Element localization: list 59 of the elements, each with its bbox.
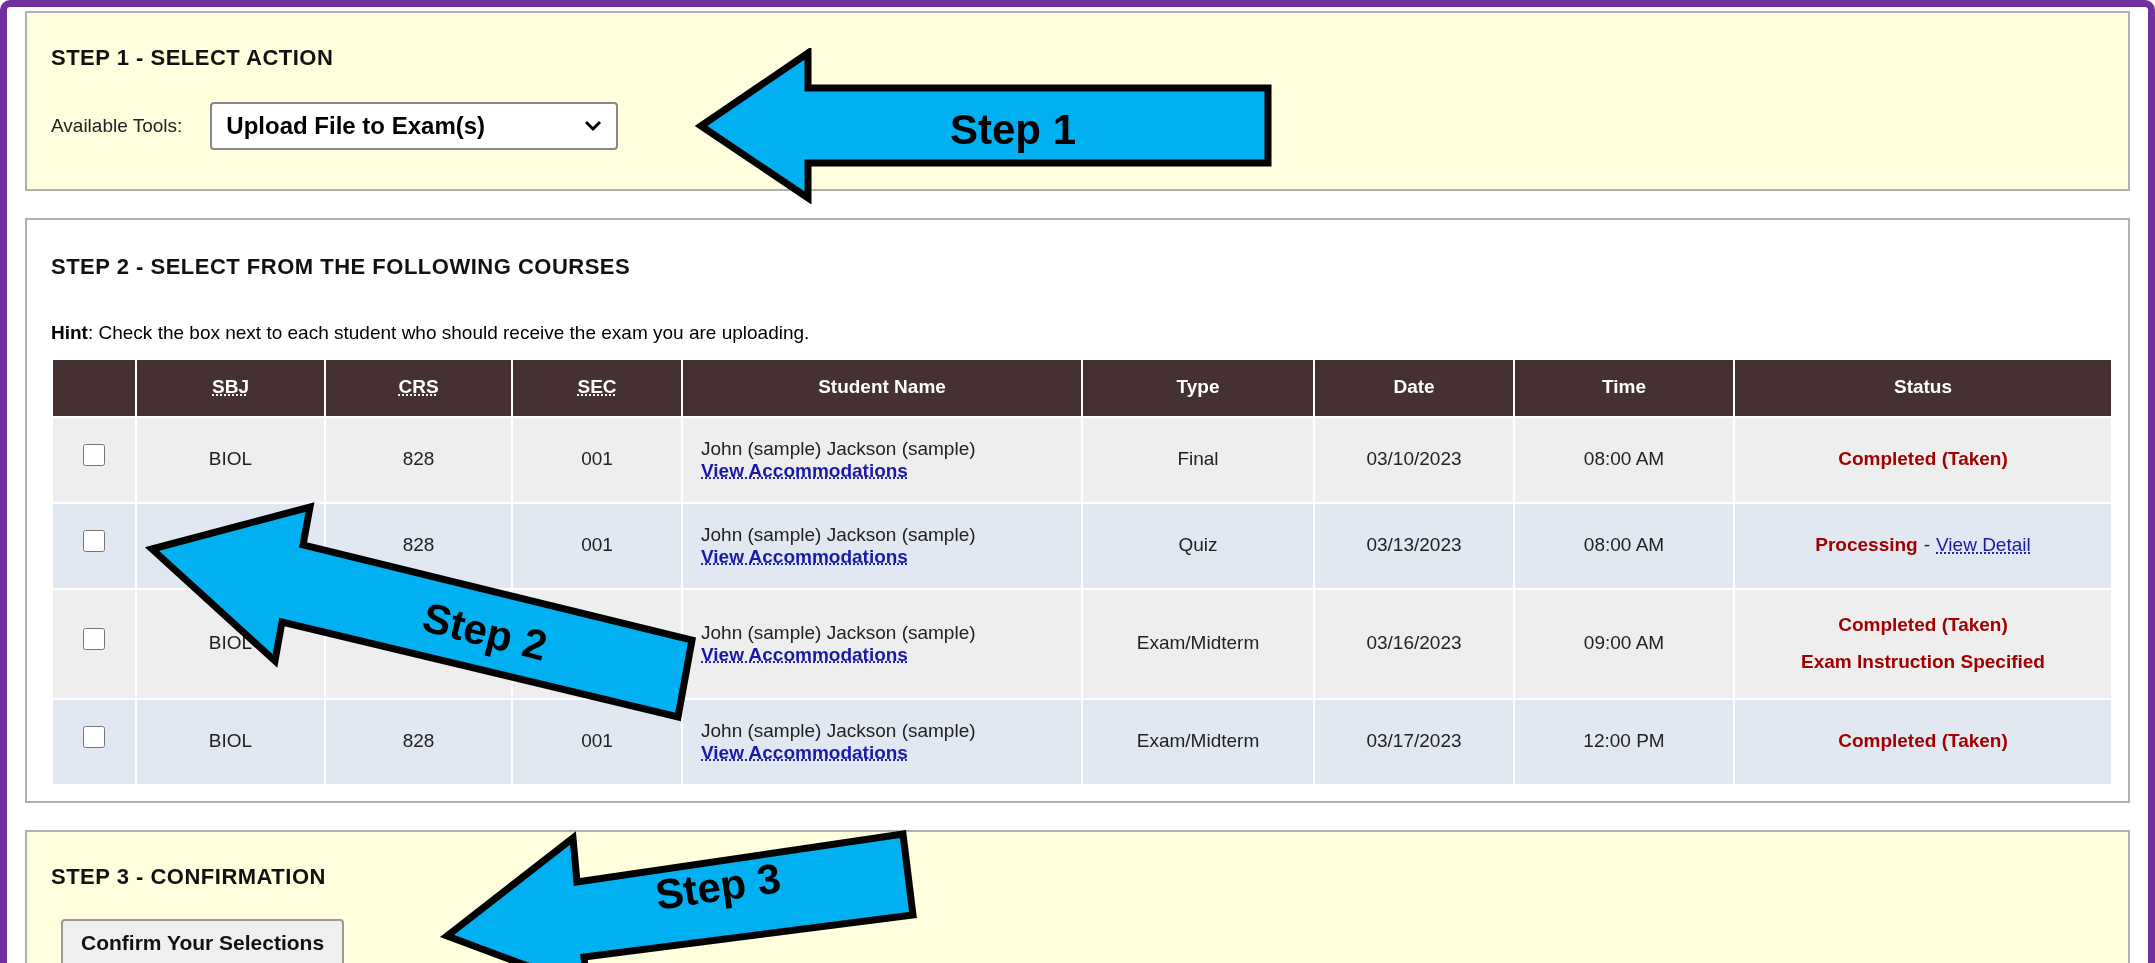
- date-cell: 03/13/2023: [1366, 534, 1462, 556]
- separator-text: -: [1923, 533, 1931, 558]
- column-header: Date: [1393, 376, 1435, 398]
- time-cell: 12:00 PM: [1583, 730, 1665, 752]
- section-cell: 001: [581, 448, 613, 470]
- column-header: CRS: [398, 376, 439, 398]
- column-header: Time: [1602, 376, 1646, 398]
- time-cell: 08:00 AM: [1583, 534, 1665, 556]
- row-checkbox[interactable]: [83, 628, 105, 651]
- time-cell: 09:00 AM: [1583, 632, 1665, 654]
- section-cell: 001: [581, 730, 613, 752]
- student-name: John (sample) Jackson (sample): [701, 437, 977, 460]
- subject-cell: BIOL: [208, 730, 253, 752]
- type-cell: Quiz: [1178, 534, 1218, 556]
- row-checkbox[interactable]: [83, 444, 105, 467]
- type-cell: Exam/Midterm: [1136, 632, 1260, 654]
- date-cell: 03/16/2023: [1366, 632, 1462, 654]
- course-cell: 828: [402, 448, 435, 470]
- hint-text: Hint: Check the box next to each student who should receive the exam you are uploading.: [51, 321, 811, 345]
- view-accommodations-link[interactable]: View Accommodations: [701, 545, 908, 568]
- status-text: Exam Instruction Specified: [1801, 649, 2045, 674]
- section-heading: STEP 3 - CONFIRMATION: [51, 863, 326, 891]
- column-header: Status: [1893, 376, 1953, 398]
- view-accommodations-link[interactable]: View Accommodations: [701, 643, 908, 666]
- date-cell: 03/17/2023: [1366, 730, 1462, 752]
- callout-label: Step 2: [417, 592, 553, 672]
- section-heading: STEP 1 - SELECT ACTION: [51, 44, 335, 72]
- view-accommodations-link[interactable]: View Accommodations: [701, 459, 908, 482]
- subject-cell: BIOL: [208, 448, 253, 470]
- course-cell: 828: [402, 534, 435, 556]
- section-heading: STEP 2 - SELECT FROM THE FOLLOWING COURSES: [51, 253, 632, 281]
- student-name: John (sample) Jackson (sample): [701, 719, 977, 742]
- column-header: Student Name: [818, 376, 946, 398]
- student-name: John (sample) Jackson (sample): [701, 523, 977, 546]
- column-header: Type: [1176, 376, 1220, 398]
- status-text: Completed (Taken): [1838, 613, 2008, 637]
- row-checkbox[interactable]: [83, 530, 105, 553]
- tools-select[interactable]: Upload File to Exam(s): [210, 102, 619, 150]
- section-cell: 001: [581, 534, 613, 556]
- status-text: Completed (Taken): [1838, 447, 2008, 472]
- row-checkbox[interactable]: [83, 726, 105, 749]
- subject-cell: BIOL: [208, 632, 253, 654]
- field-label: Available Tools:: [51, 113, 183, 138]
- time-cell: 08:00 AM: [1583, 448, 1665, 470]
- status-text: Processing: [1815, 533, 1918, 558]
- type-cell: Exam/Midterm: [1136, 730, 1260, 752]
- callout-label: Step 1: [950, 105, 1077, 155]
- type-cell: Final: [1177, 448, 1219, 470]
- course-cell: 828: [402, 730, 435, 752]
- callout-label: Step 3: [651, 853, 785, 921]
- confirm-button[interactable]: Confirm Your Selections: [61, 919, 345, 963]
- column-header: SEC: [577, 376, 617, 398]
- column-header: SBJ: [212, 376, 249, 398]
- status-text: Completed (Taken): [1838, 729, 2008, 754]
- view-detail-link[interactable]: View Detail: [1936, 531, 2031, 560]
- student-name: John (sample) Jackson (sample): [701, 621, 977, 644]
- view-accommodations-link[interactable]: View Accommodations: [701, 741, 908, 764]
- chevron-down-icon: [584, 120, 603, 132]
- date-cell: 03/10/2023: [1366, 448, 1462, 470]
